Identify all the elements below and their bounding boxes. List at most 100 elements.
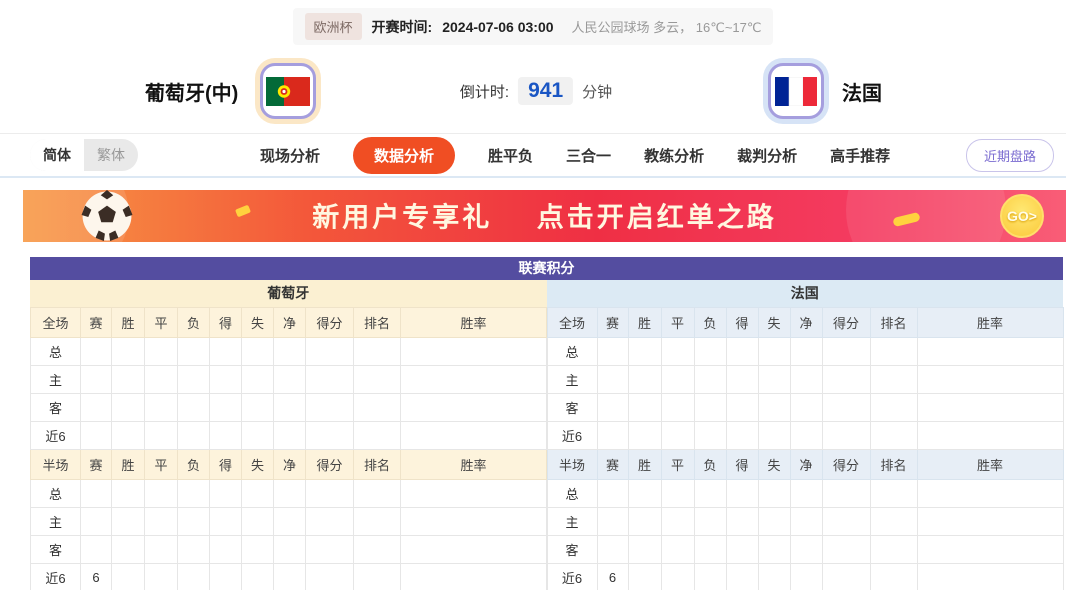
column-header: 平 <box>144 307 178 338</box>
column-header: 负 <box>693 449 727 480</box>
stat-cell <box>693 507 727 536</box>
table-row: 近6 <box>546 421 1064 450</box>
stat-cell <box>869 479 918 508</box>
stat-cell <box>660 563 695 590</box>
stat-cell <box>353 337 401 366</box>
row-label: 主 <box>546 365 598 394</box>
row-label: 客 <box>546 393 598 422</box>
stat-cell <box>305 337 354 366</box>
stat-cell <box>757 535 791 564</box>
nav-tab[interactable]: 教练分析 <box>644 145 704 166</box>
match-info-strip: 欧洲杯 开赛时间: 2024-07-06 03:00 人民公园球场 多云， 16… <box>292 8 774 45</box>
stat-cell <box>111 507 145 536</box>
banner-headline-1: 新用户专享礼 <box>312 202 493 233</box>
stat-cell <box>596 337 629 366</box>
stat-cell <box>725 563 759 590</box>
stat-cell <box>144 479 178 508</box>
away-team: 法国 <box>768 63 882 119</box>
stat-cell <box>400 479 547 508</box>
column-header: 胜 <box>627 307 662 338</box>
scope-header: 全场 <box>546 307 598 338</box>
stat-cell <box>209 337 242 366</box>
promo-banner[interactable]: 新用户专享礼 点击开启红单之路 GO> <box>23 190 1066 242</box>
stat-cell <box>627 393 662 422</box>
stat-cell <box>596 507 629 536</box>
stat-cell <box>80 479 112 508</box>
stat-cell <box>627 365 662 394</box>
stat-cell <box>693 479 727 508</box>
nav-tabs: 现场分析 数据分析 胜平负 三合一 教练分析 裁判分析 高手推荐 <box>260 136 890 174</box>
row-label: 近6 <box>546 421 598 450</box>
stat-cell: 6 <box>596 563 629 590</box>
match-header: 葡萄牙(中) 倒计时: 941 分钟 法国 <box>0 49 1066 133</box>
nav-tab[interactable]: 数据分析 <box>353 136 456 174</box>
stat-cell <box>144 507 178 536</box>
nav-tab[interactable]: 三合一 <box>566 145 611 166</box>
column-header: 赛 <box>596 449 629 480</box>
stat-cell <box>353 479 401 508</box>
table-row: 近6 6 <box>30 563 547 590</box>
recent-trend-button[interactable]: 近期盘路 <box>965 138 1054 172</box>
stat-cell <box>305 479 354 508</box>
stat-cell <box>353 393 401 422</box>
stat-cell <box>869 535 918 564</box>
stat-cell <box>916 365 1064 394</box>
nav-tab[interactable]: 高手推荐 <box>830 145 890 166</box>
portugal-flag-icon <box>260 63 317 119</box>
stat-cell <box>725 337 759 366</box>
stats-table: 全场赛胜平负得失净得分 排名 胜率总主客近6 半场赛胜平负得失净得分 排名 胜率总主客近6… <box>546 307 1064 590</box>
stat-cell <box>916 563 1064 590</box>
stat-cell <box>144 365 178 394</box>
stat-cell <box>273 535 306 564</box>
stat-cell <box>916 507 1064 536</box>
nav-tab[interactable]: 胜平负 <box>488 145 533 166</box>
stat-cell <box>789 507 823 536</box>
nav-tab[interactable]: 现场分析 <box>260 145 320 166</box>
stat-cell <box>869 421 918 450</box>
lang-option[interactable]: 简体 <box>30 139 84 171</box>
stat-cell <box>660 337 695 366</box>
nav-tab[interactable]: 裁判分析 <box>737 145 797 166</box>
stat-cell <box>725 507 759 536</box>
table-row: 主 <box>546 507 1064 536</box>
stat-cell <box>400 507 547 536</box>
stat-cell <box>400 563 547 590</box>
column-header: 胜率 <box>400 307 547 338</box>
stat-cell <box>757 507 791 536</box>
stat-cell <box>757 365 791 394</box>
stat-cell <box>627 535 662 564</box>
stat-cell <box>273 365 306 394</box>
stat-cell <box>209 479 242 508</box>
table-row: 客 <box>30 535 547 564</box>
column-header: 排名 <box>353 307 401 338</box>
row-label: 客 <box>546 535 598 564</box>
lang-option[interactable]: 繁体 <box>84 139 138 171</box>
stat-cell <box>693 535 727 564</box>
row-label: 近6 <box>30 421 81 450</box>
league-panel-away: 法国 全场赛胜平负得失净得分 排名 胜率总主客近6 半场赛胜平负得失净得分 排名 胜率总主客… <box>546 280 1064 590</box>
column-header: 负 <box>177 307 210 338</box>
go-button[interactable]: GO> <box>1000 194 1044 238</box>
stat-cell <box>305 507 354 536</box>
stat-cell <box>725 393 759 422</box>
stat-cell <box>660 421 695 450</box>
banner-headline-2: 点击开启红单之路 <box>536 202 777 233</box>
language-toggle[interactable]: 简体 繁体 <box>30 139 138 171</box>
stat-cell <box>241 563 274 590</box>
stat-cell <box>111 365 145 394</box>
stat-cell <box>111 563 145 590</box>
column-header: 得 <box>209 307 242 338</box>
stat-cell <box>725 479 759 508</box>
table-row: 主 <box>30 507 547 536</box>
row-label: 总 <box>30 337 81 366</box>
row-label: 客 <box>30 535 81 564</box>
stat-cell <box>305 393 354 422</box>
stat-cell <box>596 421 629 450</box>
countdown-unit: 分钟 <box>582 83 613 101</box>
stat-cell <box>177 393 210 422</box>
column-header: 平 <box>660 307 695 338</box>
stat-cell <box>869 365 918 394</box>
stat-cell <box>80 337 112 366</box>
row-label: 主 <box>546 507 598 536</box>
stat-cell <box>80 507 112 536</box>
